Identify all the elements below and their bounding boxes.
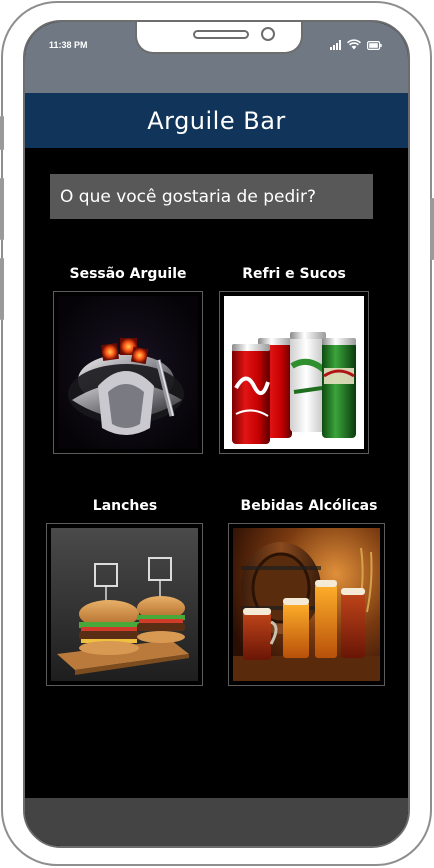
status-icons <box>330 39 382 50</box>
phone-notch <box>135 22 303 54</box>
side-button-power <box>430 198 434 260</box>
battery-icon <box>367 41 382 50</box>
bottom-bar <box>25 798 408 846</box>
category-soft-drinks[interactable] <box>219 291 369 454</box>
side-button-volume-up <box>0 178 4 240</box>
category-hookah[interactable] <box>53 291 203 454</box>
signal-icon <box>330 40 341 50</box>
beer-barrel-photo <box>233 528 380 681</box>
order-prompt: O que você gostaria de pedir? <box>50 174 373 219</box>
app-bar: Arguile Bar <box>25 93 408 148</box>
side-button-volume-down <box>0 258 4 320</box>
hookah-photo <box>58 296 198 449</box>
wifi-icon <box>347 39 361 50</box>
category-label-snacks: Lanches <box>92 498 158 514</box>
category-label-soft-drinks: Refri e Sucos <box>242 266 346 282</box>
category-snacks[interactable] <box>46 523 203 686</box>
burgers-photo <box>51 528 198 681</box>
front-camera <box>261 27 275 41</box>
side-button-mute <box>0 116 4 150</box>
phone-screen: 11:38 PM Arguile Bar O que você gostaria… <box>23 20 410 848</box>
category-alcoholic-drinks[interactable] <box>228 523 385 686</box>
soda-cans-photo <box>224 296 364 449</box>
category-label-alcoholic-drinks: Bebidas Alcólicas <box>240 498 378 514</box>
speaker-grille <box>193 30 249 39</box>
status-time: 11:38 PM <box>49 40 88 50</box>
app-title: Arguile Bar <box>147 106 286 135</box>
status-bar: 11:38 PM <box>25 22 408 93</box>
category-label-hookah: Sessão Arguile <box>69 266 187 282</box>
